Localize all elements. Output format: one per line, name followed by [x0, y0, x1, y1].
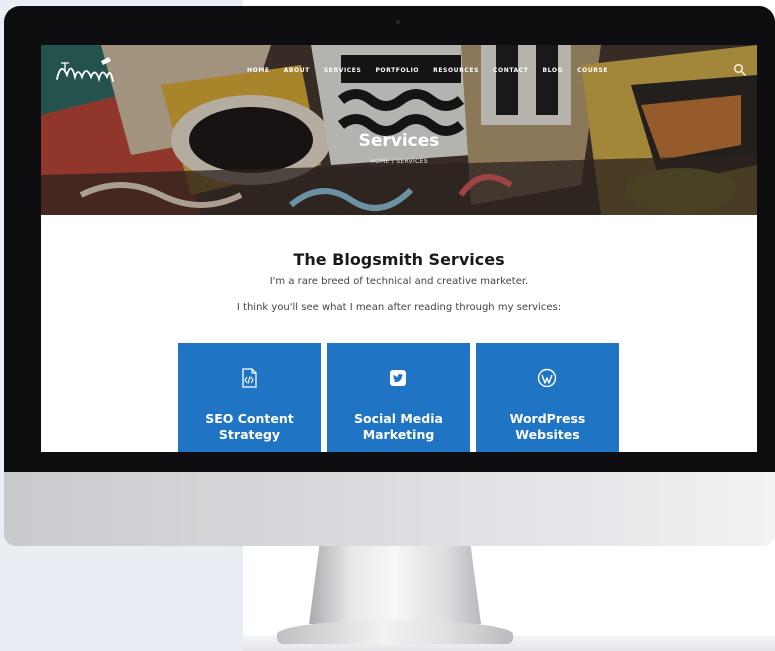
code-document-icon: [242, 368, 257, 388]
page-title: Services: [358, 131, 440, 151]
nav-item-about[interactable]: ABOUT: [284, 67, 310, 74]
service-card-title: SEO Content Strategy: [178, 411, 321, 443]
service-card-title: WordPress Websites: [476, 411, 619, 443]
service-title-line-2: Strategy: [218, 427, 281, 442]
twitter-icon: [390, 370, 406, 386]
monitor-screen: HOME ABOUT SERVICES PORTFOLIO RESOURCES …: [41, 45, 757, 452]
monitor-chin: [4, 472, 775, 546]
search-icon[interactable]: [733, 63, 747, 77]
blogsmith-logo[interactable]: [51, 53, 121, 87]
services-cards: SEO Content Strategy Social Media Market…: [178, 343, 619, 452]
service-title-line-2: Websites: [515, 427, 580, 442]
nav-item-portfolio[interactable]: PORTFOLIO: [375, 67, 419, 74]
service-card-title: Social Media Marketing: [327, 411, 470, 443]
service-title-line-1: SEO Content: [205, 411, 294, 426]
monitor-bezel: HOME ABOUT SERVICES PORTFOLIO RESOURCES …: [4, 6, 775, 472]
nav-item-blog[interactable]: BLOG: [543, 67, 564, 74]
monitor: HOME ABOUT SERVICES PORTFOLIO RESOURCES …: [4, 6, 775, 546]
camera-dot: [396, 20, 400, 24]
service-title-line-1: WordPress: [509, 411, 586, 426]
service-card-social[interactable]: Social Media Marketing: [327, 343, 470, 452]
nav-item-home[interactable]: HOME: [247, 67, 270, 74]
monitor-stand-base: [277, 620, 513, 644]
service-card-wordpress[interactable]: WordPress Websites: [476, 343, 619, 452]
monitor-stand-neck: [309, 546, 481, 624]
nav-item-contact[interactable]: CONTACT: [493, 67, 529, 74]
service-title-line-2: Marketing: [362, 427, 435, 442]
nav-item-resources[interactable]: RESOURCES: [433, 67, 479, 74]
service-card-seo[interactable]: SEO Content Strategy: [178, 343, 321, 452]
hero-banner: HOME ABOUT SERVICES PORTFOLIO RESOURCES …: [41, 45, 757, 215]
intro-text-1: I'm a rare breed of technical and creati…: [269, 276, 529, 287]
services-heading: The Blogsmith Services: [293, 250, 505, 269]
nav-item-services[interactable]: SERVICES: [324, 67, 362, 74]
intro-text-2: I think you'll see what I mean after rea…: [236, 302, 562, 313]
wordpress-icon: [537, 368, 557, 388]
nav-item-course[interactable]: COURSE: [577, 67, 608, 74]
main-navigation: HOME ABOUT SERVICES PORTFOLIO RESOURCES …: [247, 67, 622, 74]
breadcrumb[interactable]: HOME / SERVICES: [41, 158, 757, 165]
service-title-line-1: Social Media: [354, 411, 443, 426]
